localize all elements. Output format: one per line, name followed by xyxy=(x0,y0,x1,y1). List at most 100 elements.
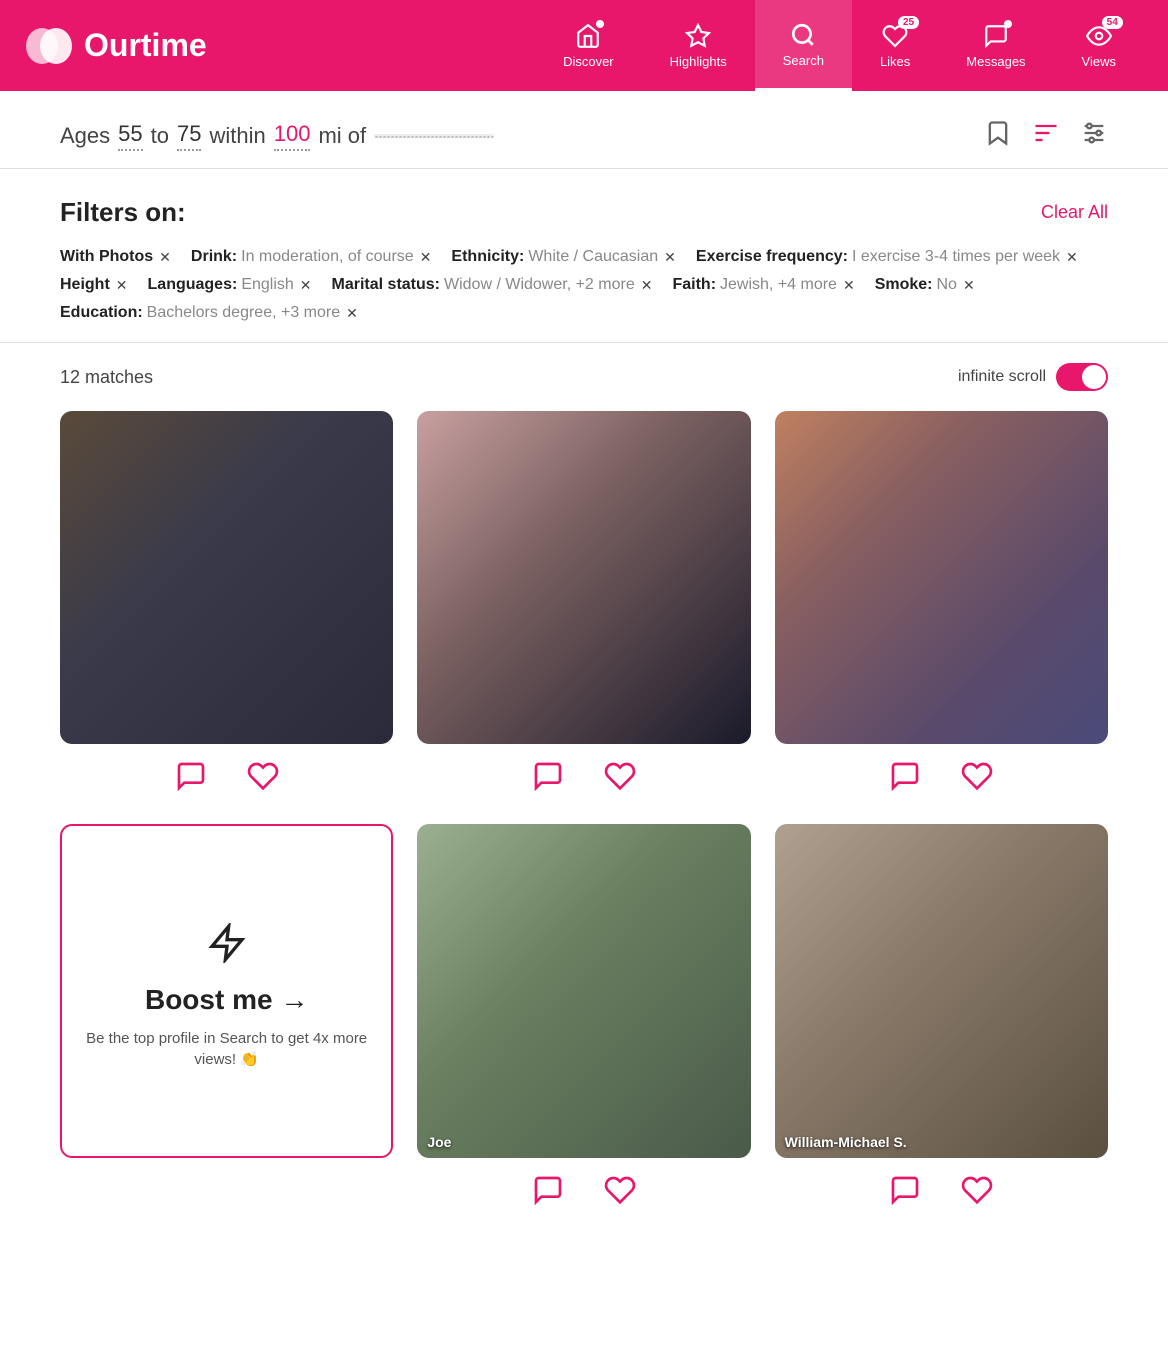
remove-height[interactable]: ✕ xyxy=(116,277,128,294)
filter-key-drink: Drink: xyxy=(191,248,237,266)
like-button-1[interactable] xyxy=(247,760,279,792)
search-actions xyxy=(984,119,1108,152)
filters-section: Filters on: Clear All With Photos ✕ Drin… xyxy=(0,169,1168,343)
filter-val-ethnicity: White / Caucasian xyxy=(528,248,658,266)
nav-label-search: Search xyxy=(783,53,824,68)
remove-marital[interactable]: ✕ xyxy=(641,277,653,294)
logo-text: Ourtime xyxy=(84,27,207,64)
card-actions-2 xyxy=(417,744,750,800)
filters-title: Filters on: xyxy=(60,197,186,228)
filter-val-smoke: No xyxy=(936,276,956,294)
filter-tag-languages: Languages: English ✕ xyxy=(148,276,312,294)
filter-sliders-icon[interactable] xyxy=(1080,119,1108,152)
likes-icon: 25 xyxy=(881,22,909,50)
age-min[interactable]: 55 xyxy=(118,121,142,151)
within-label: within xyxy=(209,123,265,149)
message-button-1[interactable] xyxy=(175,760,207,792)
like-button-5[interactable] xyxy=(604,1174,636,1206)
nav-item-likes[interactable]: 25 Likes xyxy=(852,0,938,91)
logo-icon xyxy=(24,26,74,66)
filter-tags: With Photos ✕ Drink: In moderation, of c… xyxy=(60,248,1108,322)
filter-tag-exercise: Exercise frequency: I exercise 3-4 times… xyxy=(696,248,1078,266)
like-button-6[interactable] xyxy=(961,1174,993,1206)
discover-icon xyxy=(574,22,602,50)
remove-drink[interactable]: ✕ xyxy=(420,249,432,266)
filter-val-education: Bachelors degree, +3 more xyxy=(147,304,340,322)
sort-icon[interactable] xyxy=(1032,119,1060,152)
filter-tag-height: Height ✕ xyxy=(60,276,128,294)
filters-header: Filters on: Clear All xyxy=(60,197,1108,228)
card-actions-6 xyxy=(775,1158,1108,1214)
likes-badge: 25 xyxy=(898,16,919,29)
nav-label-highlights: Highlights xyxy=(670,54,727,69)
nav-label-views: Views xyxy=(1082,54,1116,69)
bookmark-icon[interactable] xyxy=(984,119,1012,152)
filter-tag-education: Education: Bachelors degree, +3 more ✕ xyxy=(60,304,358,322)
profile-card-2 xyxy=(417,411,750,800)
mi-of-label: mi of xyxy=(318,123,366,149)
filter-key-education: Education: xyxy=(60,304,143,322)
remove-languages[interactable]: ✕ xyxy=(300,277,312,294)
filter-key-ethnicity: Ethnicity: xyxy=(451,248,524,266)
boost-desc: Be the top profile in Search to get 4x m… xyxy=(82,1028,371,1070)
filter-val-marital: Widow / Widower, +2 more xyxy=(444,276,635,294)
message-button-5[interactable] xyxy=(532,1174,564,1206)
views-icon: 54 xyxy=(1085,22,1113,50)
location-input[interactable] xyxy=(374,134,494,138)
infinite-scroll-toggle[interactable] xyxy=(1056,363,1108,391)
infinite-scroll-label: infinite scroll xyxy=(958,368,1046,386)
filter-key-with-photos: With Photos xyxy=(60,248,153,266)
filter-key-faith: Faith: xyxy=(672,276,716,294)
profile-card-6: William-Michael S. xyxy=(775,824,1108,1213)
filter-tag-marital: Marital status: Widow / Widower, +2 more… xyxy=(332,276,653,294)
filter-tag-ethnicity: Ethnicity: White / Caucasian ✕ xyxy=(451,248,675,266)
profile-name-6: William-Michael S. xyxy=(785,1134,907,1150)
remove-ethnicity[interactable]: ✕ xyxy=(664,249,676,266)
remove-with-photos[interactable]: ✕ xyxy=(159,249,171,266)
nav-item-discover[interactable]: Discover xyxy=(535,0,642,91)
main-nav: Ourtime Discover Highlights xyxy=(0,0,1168,91)
filter-key-smoke: Smoke: xyxy=(875,276,933,294)
filter-key-marital: Marital status: xyxy=(332,276,440,294)
search-nav-icon xyxy=(789,21,817,49)
filter-key-exercise: Exercise frequency: xyxy=(696,248,848,266)
within-val[interactable]: 100 xyxy=(274,121,311,151)
remove-exercise[interactable]: ✕ xyxy=(1066,249,1078,266)
boost-card[interactable]: Boost me → Be the top profile in Search … xyxy=(60,824,393,1213)
highlights-icon xyxy=(684,22,712,50)
card-actions-1 xyxy=(60,744,393,800)
infinite-scroll-control: infinite scroll xyxy=(958,363,1108,391)
profile-photo-2[interactable] xyxy=(417,411,750,744)
profile-photo-5[interactable]: Joe xyxy=(417,824,750,1157)
message-button-3[interactable] xyxy=(889,760,921,792)
message-button-6[interactable] xyxy=(889,1174,921,1206)
filter-val-drink: In moderation, of course xyxy=(241,248,414,266)
clear-all-button[interactable]: Clear All xyxy=(1041,202,1108,223)
nav-item-highlights[interactable]: Highlights xyxy=(642,0,755,91)
logo[interactable]: Ourtime xyxy=(24,26,207,66)
nav-item-messages[interactable]: Messages xyxy=(938,0,1053,91)
remove-education[interactable]: ✕ xyxy=(346,305,358,322)
filter-val-faith: Jewish, +4 more xyxy=(720,276,837,294)
message-button-2[interactable] xyxy=(532,760,564,792)
views-badge: 54 xyxy=(1102,16,1123,29)
profile-name-5: Joe xyxy=(427,1134,451,1150)
age-controls: Ages 55 to 75 within 100 mi of xyxy=(60,121,984,151)
like-button-3[interactable] xyxy=(961,760,993,792)
profile-photo-3[interactable] xyxy=(775,411,1108,744)
profile-photo-6[interactable]: William-Michael S. xyxy=(775,824,1108,1157)
profile-card-1 xyxy=(60,411,393,800)
age-max[interactable]: 75 xyxy=(177,121,201,151)
like-button-2[interactable] xyxy=(604,760,636,792)
nav-item-search[interactable]: Search xyxy=(755,0,852,91)
remove-faith[interactable]: ✕ xyxy=(843,277,855,294)
profile-photo-1[interactable] xyxy=(60,411,393,744)
filter-tag-drink: Drink: In moderation, of course ✕ xyxy=(191,248,432,266)
nav-item-views[interactable]: 54 Views xyxy=(1054,0,1144,91)
boost-card-inner[interactable]: Boost me → Be the top profile in Search … xyxy=(60,824,393,1157)
profile-card-5: Joe xyxy=(417,824,750,1213)
card-actions-3 xyxy=(775,744,1108,800)
remove-smoke[interactable]: ✕ xyxy=(963,277,975,294)
cards-grid: Boost me → Be the top profile in Search … xyxy=(60,411,1108,1214)
filter-val-languages: English xyxy=(241,276,293,294)
